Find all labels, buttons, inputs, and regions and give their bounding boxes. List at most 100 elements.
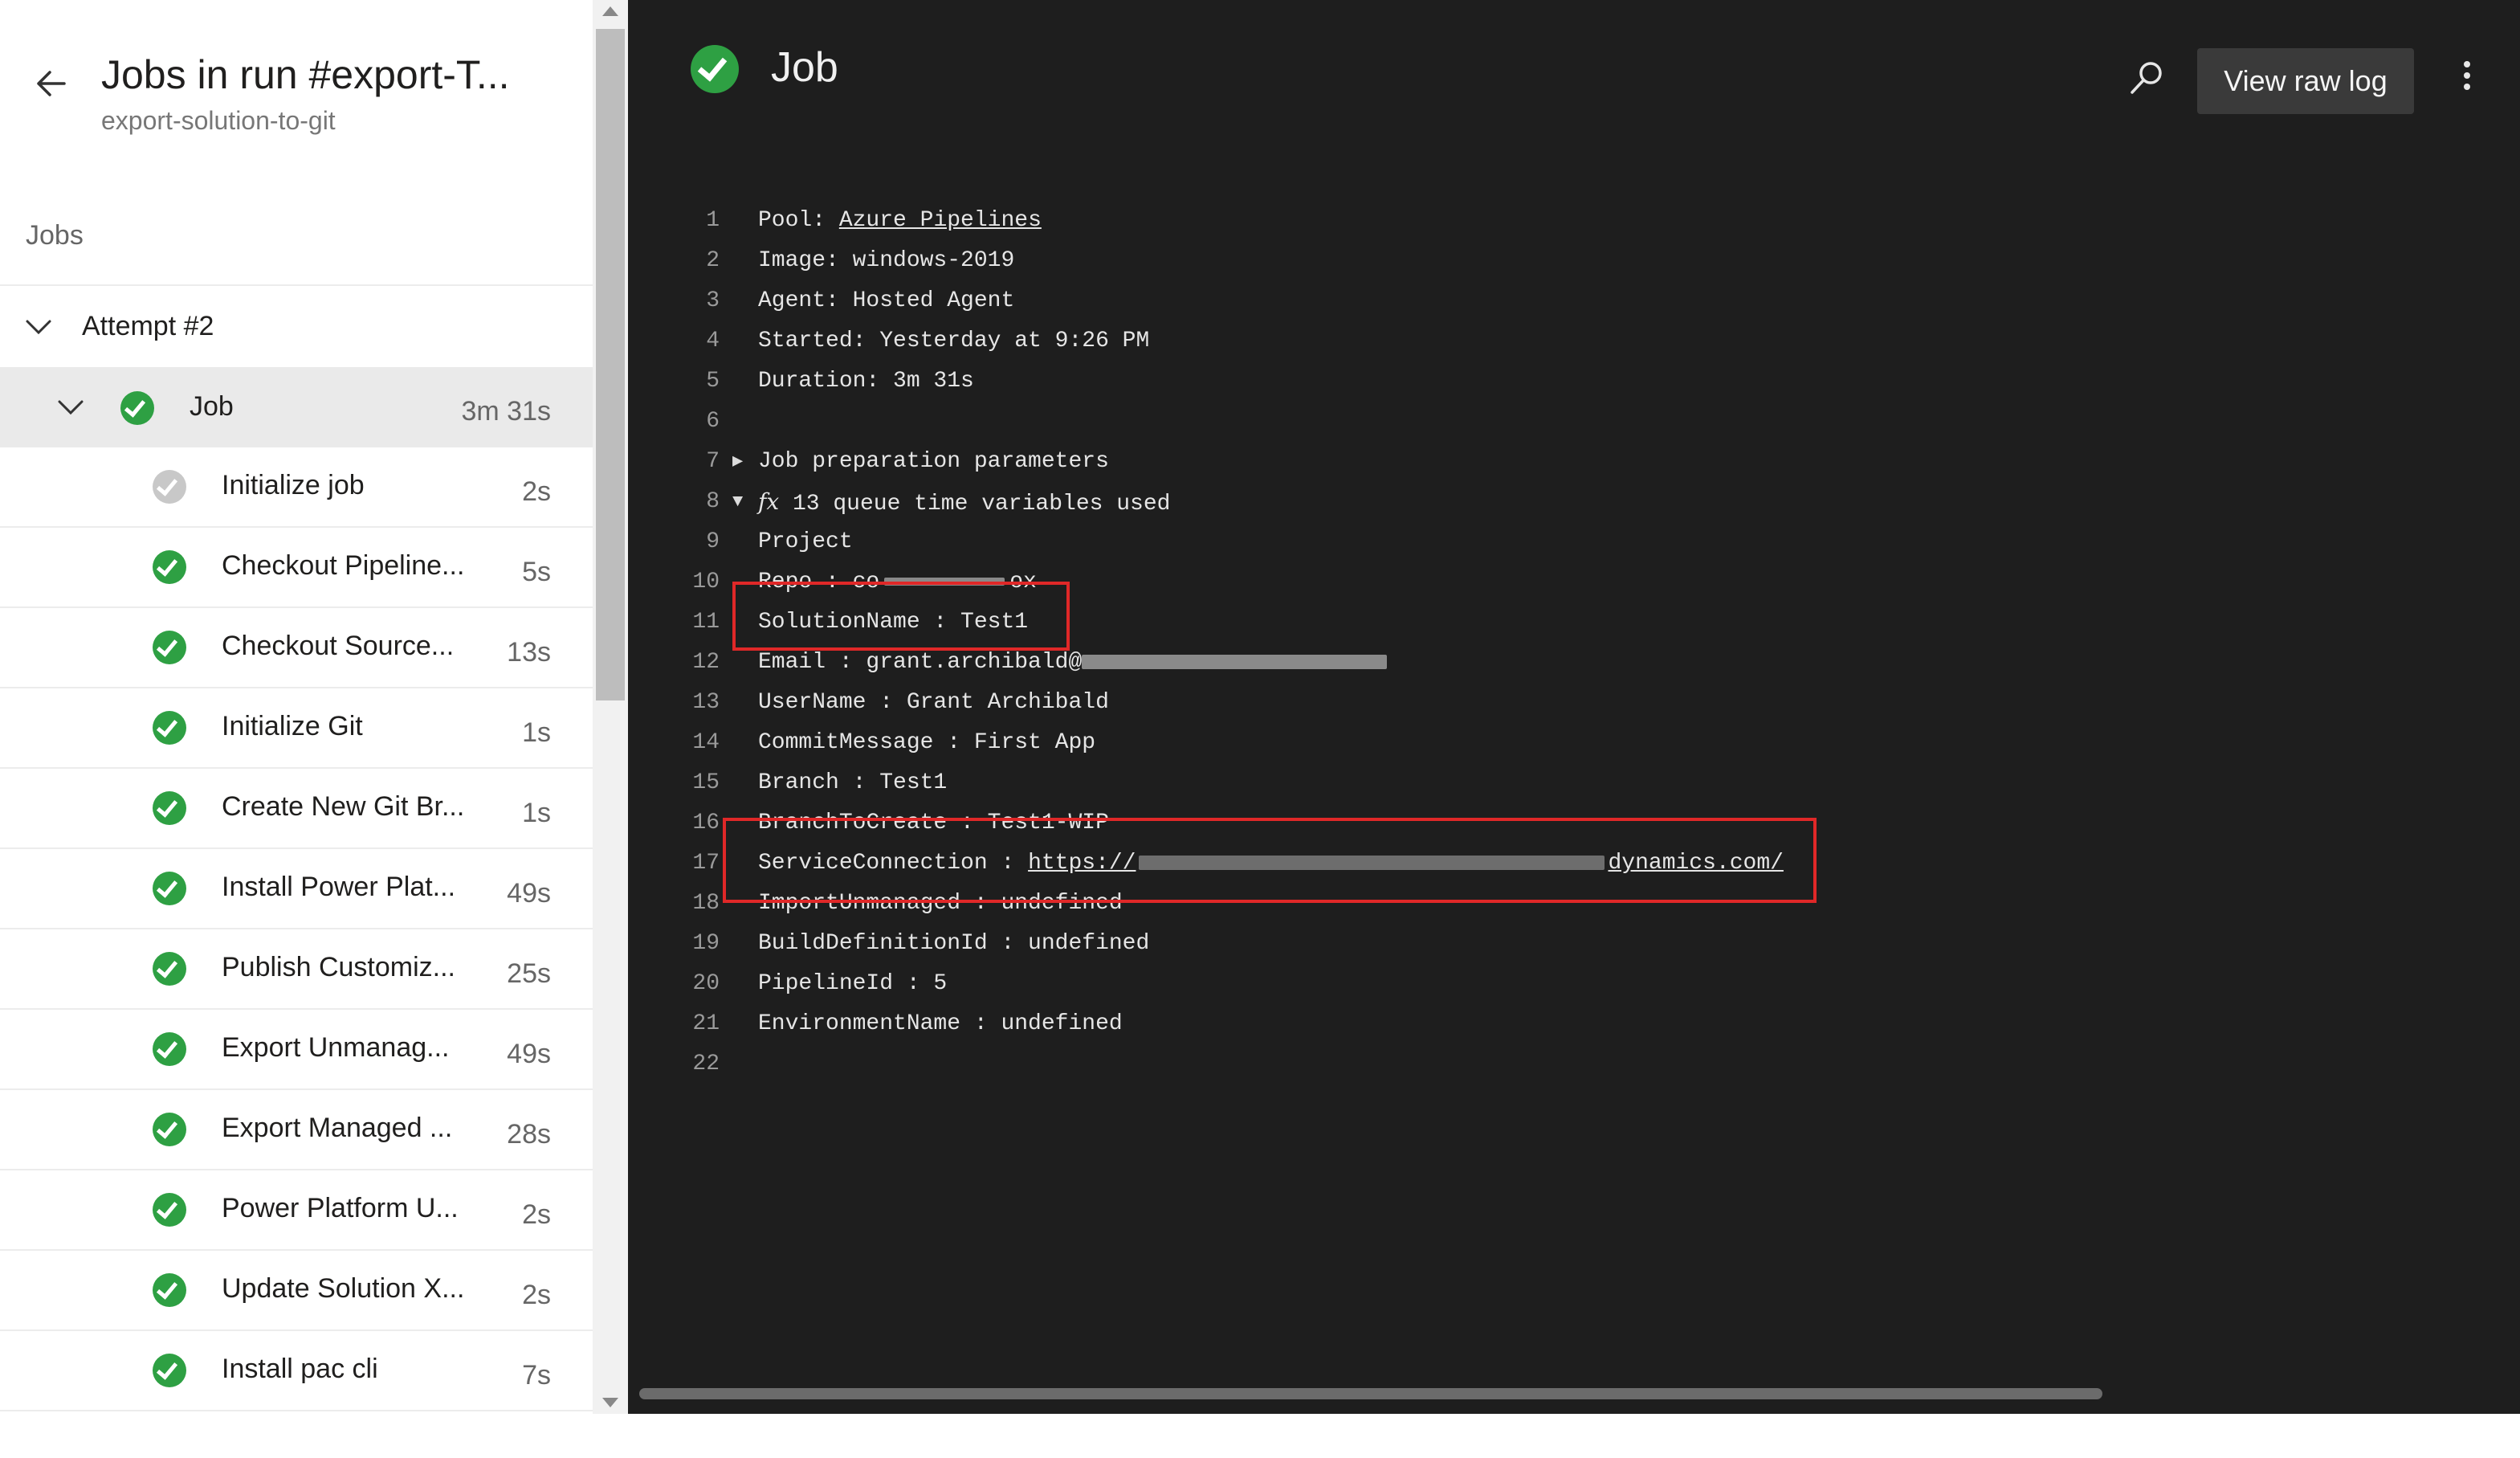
highlight-box-service-connection [723, 818, 1817, 903]
log-line: 5 Duration: 3m 31s [628, 361, 2520, 402]
log-text: PipelineId : 5 [758, 971, 948, 996]
more-options-icon[interactable] [2451, 56, 2483, 108]
step-label: Initialize job [222, 470, 365, 500]
success-check-icon [153, 550, 186, 584]
step-row[interactable]: Install pac cli 7s [0, 1331, 593, 1411]
search-icon[interactable] [2127, 58, 2167, 98]
step-list: Initialize job 2s Checkout Pipeline... 5… [0, 447, 593, 1411]
log-text: 13 queue time variables used [779, 492, 1171, 517]
log-text: Started: Yesterday at 9:26 PM [758, 329, 1150, 353]
step-row[interactable]: Create New Git Br... 1s [0, 769, 593, 849]
step-row[interactable]: Update Solution X... 2s [0, 1251, 593, 1331]
success-check-icon [153, 791, 186, 825]
log-text: Pool: [758, 208, 839, 233]
step-duration: 2s [522, 1280, 551, 1310]
scrollbar-thumb[interactable] [596, 29, 625, 700]
step-label: Install pac cli [222, 1354, 378, 1384]
job-duration: 3m 31s [461, 396, 552, 427]
jobs-sidebar: Jobs in run #export-T... export-solution… [0, 0, 628, 1414]
view-raw-log-button[interactable]: View raw log [2197, 48, 2414, 114]
back-arrow-icon[interactable] [32, 64, 71, 103]
chevron-down-icon [58, 400, 84, 415]
pool-link[interactable]: Azure Pipelines [839, 208, 1042, 233]
log-text: UserName : Grant Archibald [758, 690, 1109, 715]
scroll-down-arrow-icon[interactable] [602, 1398, 618, 1407]
run-subtitle: export-solution-to-git [101, 106, 336, 135]
step-duration: 13s [507, 637, 551, 668]
log-line: 1 Pool: Azure Pipelines [706, 208, 1042, 233]
step-label: Update Solution X... [222, 1273, 465, 1304]
step-label: Export Managed ... [222, 1113, 453, 1143]
status-check-icon [153, 470, 186, 504]
scroll-up-arrow-icon[interactable] [602, 6, 618, 16]
job-label: Job [190, 391, 234, 422]
horizontal-scrollbar[interactable] [639, 1388, 2102, 1399]
log-line: 13 UserName : Grant Archibald [628, 683, 2520, 723]
log-text: Image: windows-2019 [758, 248, 1015, 273]
success-check-icon [153, 1273, 186, 1307]
success-check-icon [153, 1193, 186, 1227]
step-duration: 5s [522, 557, 551, 587]
log-line: 15 Branch : Test1 [628, 763, 2520, 803]
step-row[interactable]: Export Managed ... 28s [0, 1090, 593, 1170]
step-label: Checkout Source... [222, 631, 455, 661]
success-check-icon [120, 391, 154, 425]
log-line[interactable]: 8 ▼ fx 13 queue time variables used [628, 482, 2520, 522]
step-row[interactable]: Export Unmanag... 49s [0, 1010, 593, 1090]
log-text: Agent: Hosted Agent [758, 288, 1015, 313]
log-line: 21 EnvironmentName : undefined [628, 1004, 2520, 1044]
collapse-triangle-icon[interactable]: ▼ [732, 482, 743, 522]
divider [0, 284, 593, 286]
success-check-icon [153, 1113, 186, 1146]
step-row[interactable]: Initialize Git 1s [0, 688, 593, 769]
attempt-row[interactable]: Attempt #2 [0, 287, 593, 367]
success-check-icon [153, 952, 186, 986]
log-text: Email : grant.archibald@ [758, 650, 1083, 675]
step-duration: 25s [507, 958, 551, 989]
success-check-icon [153, 1354, 186, 1387]
redacted-text [1082, 654, 1388, 669]
step-duration: 2s [522, 1199, 551, 1230]
log-line[interactable]: 7 ▶ Job preparation parameters [628, 442, 2520, 482]
attempt-label: Attempt #2 [82, 311, 214, 341]
log-line: 19 BuildDefinitionId : undefined [628, 924, 2520, 964]
step-row[interactable]: Checkout Source... 13s [0, 608, 593, 688]
success-check-icon [691, 45, 739, 93]
log-line: 6 [706, 409, 720, 434]
job-row[interactable]: Job 3m 31s [0, 367, 593, 447]
step-duration: 1s [522, 798, 551, 828]
step-label: Create New Git Br... [222, 791, 465, 822]
success-check-icon [153, 711, 186, 745]
step-label: Install Power Plat... [222, 872, 456, 902]
step-duration: 28s [507, 1119, 551, 1150]
step-label: Initialize Git [222, 711, 363, 741]
success-check-icon [153, 631, 186, 664]
expand-triangle-icon[interactable]: ▶ [732, 442, 743, 482]
step-row[interactable]: Initialize job 2s [0, 447, 593, 528]
log-text: Job preparation parameters [758, 449, 1109, 474]
job-status-icon [691, 45, 739, 93]
sidebar-scrollbar[interactable] [593, 0, 628, 1414]
log-line: 20 PipelineId : 5 [628, 964, 2520, 1004]
step-label: Publish Customiz... [222, 952, 455, 982]
step-duration: 7s [522, 1360, 551, 1391]
step-row[interactable]: Checkout Pipeline... 5s [0, 528, 593, 608]
step-duration: 1s [522, 717, 551, 748]
step-row[interactable]: Install Power Plat... 49s [0, 849, 593, 929]
log-line: 2 Image: windows-2019 [628, 241, 2520, 281]
step-row[interactable]: Power Platform U... 2s [0, 1170, 593, 1251]
jobs-sidebar-content: Jobs in run #export-T... export-solution… [0, 0, 593, 1414]
chevron-down-icon [26, 320, 51, 335]
step-row[interactable]: Publish Customiz... 25s [0, 929, 593, 1010]
log-line: 22 [692, 1052, 720, 1076]
log-panel: Job View raw log 1 Pool: Azure Pipelines … [628, 0, 2520, 1414]
step-duration: 49s [507, 1039, 551, 1069]
success-check-icon [153, 1032, 186, 1066]
log-text: CommitMessage : First App [758, 730, 1096, 755]
run-title: Jobs in run #export-T... [101, 52, 510, 97]
fx-icon: fx [758, 488, 780, 515]
step-duration: 49s [507, 878, 551, 909]
job-title: Job [771, 44, 838, 91]
step-label: Export Unmanag... [222, 1032, 450, 1063]
log-text: Branch : Test1 [758, 770, 948, 795]
